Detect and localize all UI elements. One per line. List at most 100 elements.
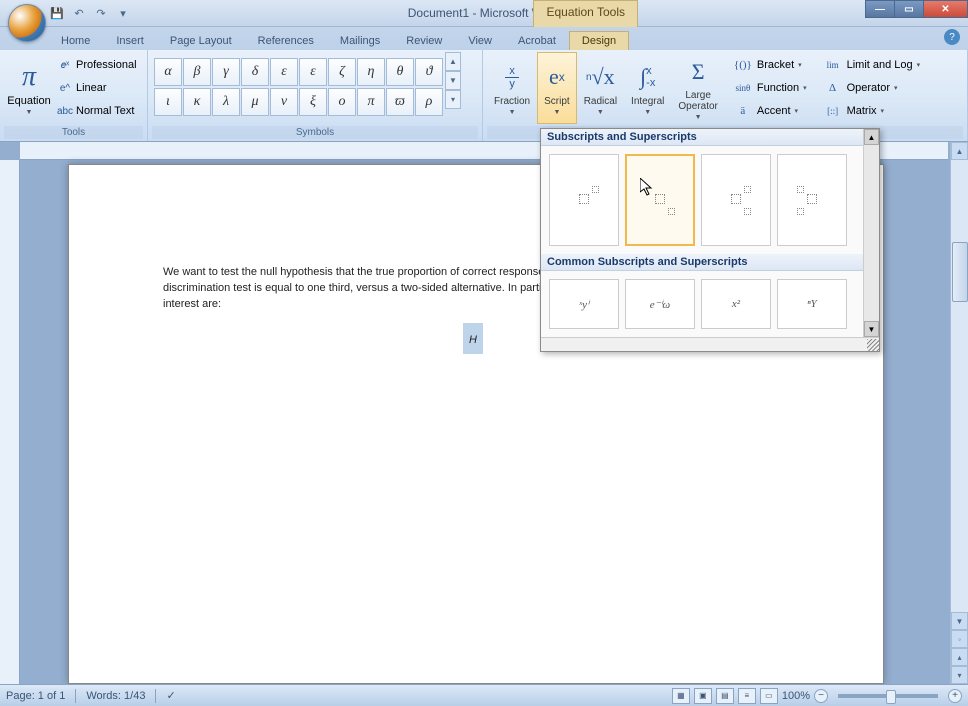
- minimize-button[interactable]: —: [865, 0, 895, 18]
- accent-button[interactable]: ä Accent ▾: [729, 100, 811, 122]
- symbol-lambda[interactable]: λ: [212, 88, 240, 116]
- scroll-down-button[interactable]: ▼: [951, 612, 968, 630]
- linear-button[interactable]: e^ Linear: [54, 77, 141, 99]
- tab-page-layout[interactable]: Page Layout: [157, 31, 245, 50]
- symbol-varpi[interactable]: ϖ: [386, 88, 414, 116]
- redo-icon[interactable]: ↷: [92, 4, 110, 22]
- view-print-layout[interactable]: ▦: [672, 688, 690, 704]
- vertical-scrollbar[interactable]: ▲ ▼ ◦ ▴ ▾: [950, 142, 968, 684]
- resize-grip[interactable]: [867, 339, 879, 351]
- view-outline[interactable]: ≡: [738, 688, 756, 704]
- symbol-omicron[interactable]: ο: [328, 88, 356, 116]
- gallery-item-superscript[interactable]: [549, 154, 619, 246]
- symbols-more[interactable]: ▾: [445, 90, 461, 109]
- symbol-theta[interactable]: θ: [386, 58, 414, 86]
- gallery-footer: [541, 337, 879, 351]
- normal-text-button[interactable]: abc Normal Text: [54, 100, 141, 122]
- tab-references[interactable]: References: [245, 31, 327, 50]
- function-button[interactable]: sinθ Function ▾: [729, 77, 811, 99]
- symbol-delta[interactable]: δ: [241, 58, 269, 86]
- fraction-button[interactable]: xy Fraction ▼: [487, 52, 537, 124]
- professional-button[interactable]: 𝑒ˣ Professional: [54, 54, 141, 76]
- symbol-kappa[interactable]: κ: [183, 88, 211, 116]
- next-page-button[interactable]: ▾: [951, 666, 968, 684]
- undo-icon[interactable]: ↶: [70, 4, 88, 22]
- symbols-scroll-down[interactable]: ▼: [445, 71, 461, 90]
- view-full-screen[interactable]: ▣: [694, 688, 712, 704]
- symbol-iota[interactable]: ι: [154, 88, 182, 116]
- symbol-mu[interactable]: μ: [241, 88, 269, 116]
- tab-home[interactable]: Home: [48, 31, 103, 50]
- symbol-rho[interactable]: ρ: [415, 88, 443, 116]
- symbol-alpha[interactable]: α: [154, 58, 182, 86]
- symbol-eta[interactable]: η: [357, 58, 385, 86]
- gallery-item-common-1[interactable]: ˣyⁱ: [549, 279, 619, 329]
- qat-more-icon[interactable]: ▾: [114, 4, 132, 22]
- view-draft[interactable]: ▭: [760, 688, 778, 704]
- symbol-varepsilon[interactable]: ε: [299, 58, 327, 86]
- limit-log-button[interactable]: lim Limit and Log ▾: [819, 54, 925, 76]
- symbol-pi[interactable]: π: [357, 88, 385, 116]
- office-button[interactable]: [8, 4, 46, 42]
- symbol-nu[interactable]: ν: [270, 88, 298, 116]
- symbols-scroll-up[interactable]: ▲: [445, 52, 461, 71]
- status-page[interactable]: Page: 1 of 1: [6, 690, 65, 702]
- script-button[interactable]: ex Script ▼: [537, 52, 577, 124]
- tab-mailings[interactable]: Mailings: [327, 31, 393, 50]
- status-separator: [75, 689, 76, 703]
- bracket-button[interactable]: {()} Bracket ▾: [729, 54, 811, 76]
- bracket-icon: {()}: [733, 59, 753, 71]
- gallery-item-common-3[interactable]: x²: [701, 279, 771, 329]
- symbol-xi[interactable]: ξ: [299, 88, 327, 116]
- scroll-thumb[interactable]: [952, 242, 968, 302]
- integral-button[interactable]: ∫x-x Integral ▼: [624, 52, 671, 124]
- tab-design[interactable]: Design: [569, 31, 629, 50]
- symbol-zeta[interactable]: ζ: [328, 58, 356, 86]
- large-operator-button[interactable]: Σ Large Operator ▼: [671, 52, 724, 124]
- normal-text-label: Normal Text: [76, 105, 134, 117]
- tab-insert[interactable]: Insert: [103, 31, 157, 50]
- status-words[interactable]: Words: 1/43: [86, 690, 145, 702]
- tab-view[interactable]: View: [455, 31, 505, 50]
- symbol-beta[interactable]: β: [183, 58, 211, 86]
- save-icon[interactable]: 💾: [48, 4, 66, 22]
- maximize-button[interactable]: ▭: [894, 0, 924, 18]
- gallery-item-leftsupersub[interactable]: [777, 154, 847, 246]
- proofing-icon[interactable]: ✓: [166, 689, 175, 702]
- gallery-item-supersubscript[interactable]: [701, 154, 771, 246]
- quick-access-toolbar: 💾 ↶ ↷ ▾: [48, 4, 132, 22]
- gallery-scroll-up[interactable]: ▲: [864, 129, 879, 145]
- zoom-level[interactable]: 100%: [782, 690, 810, 702]
- browse-object-button[interactable]: ◦: [951, 630, 968, 648]
- help-icon[interactable]: ?: [944, 29, 960, 45]
- zoom-in-button[interactable]: +: [948, 689, 962, 703]
- close-button[interactable]: ✕: [923, 0, 968, 18]
- gallery-scroll-down[interactable]: ▼: [864, 321, 879, 337]
- symbol-gamma[interactable]: γ: [212, 58, 240, 86]
- equation-tools-context-tab: Equation Tools: [533, 0, 638, 27]
- tab-acrobat[interactable]: Acrobat: [505, 31, 569, 50]
- equation-button[interactable]: π Equation ▼: [4, 52, 54, 124]
- zoom-slider[interactable]: [838, 694, 938, 698]
- symbol-epsilon[interactable]: ε: [270, 58, 298, 86]
- gallery-item-common-4[interactable]: ⁿY: [777, 279, 847, 329]
- vertical-ruler[interactable]: [0, 160, 20, 684]
- radical-button[interactable]: n√x Radical ▼: [577, 52, 624, 124]
- accent-icon: ä: [733, 105, 753, 117]
- view-web-layout[interactable]: ▤: [716, 688, 734, 704]
- operator-label: Operator: [847, 82, 890, 94]
- accent-label: Accent: [757, 105, 791, 117]
- prev-page-button[interactable]: ▴: [951, 648, 968, 666]
- tab-review[interactable]: Review: [393, 31, 455, 50]
- gallery-item-subscript[interactable]: [625, 154, 695, 246]
- pi-icon: π: [22, 61, 36, 93]
- chevron-down-icon: ▾: [803, 84, 807, 92]
- gallery-item-common-2[interactable]: e⁻ⁱω: [625, 279, 695, 329]
- matrix-button[interactable]: [::] Matrix ▾: [819, 100, 925, 122]
- scroll-up-button[interactable]: ▲: [951, 142, 968, 160]
- gallery-scrollbar[interactable]: ▲ ▼: [863, 129, 879, 337]
- equation-editor-box[interactable]: H: [463, 323, 483, 354]
- zoom-out-button[interactable]: −: [814, 689, 828, 703]
- symbol-vartheta[interactable]: ϑ: [415, 58, 443, 86]
- operator-button[interactable]: Δ Operator ▾: [819, 77, 925, 99]
